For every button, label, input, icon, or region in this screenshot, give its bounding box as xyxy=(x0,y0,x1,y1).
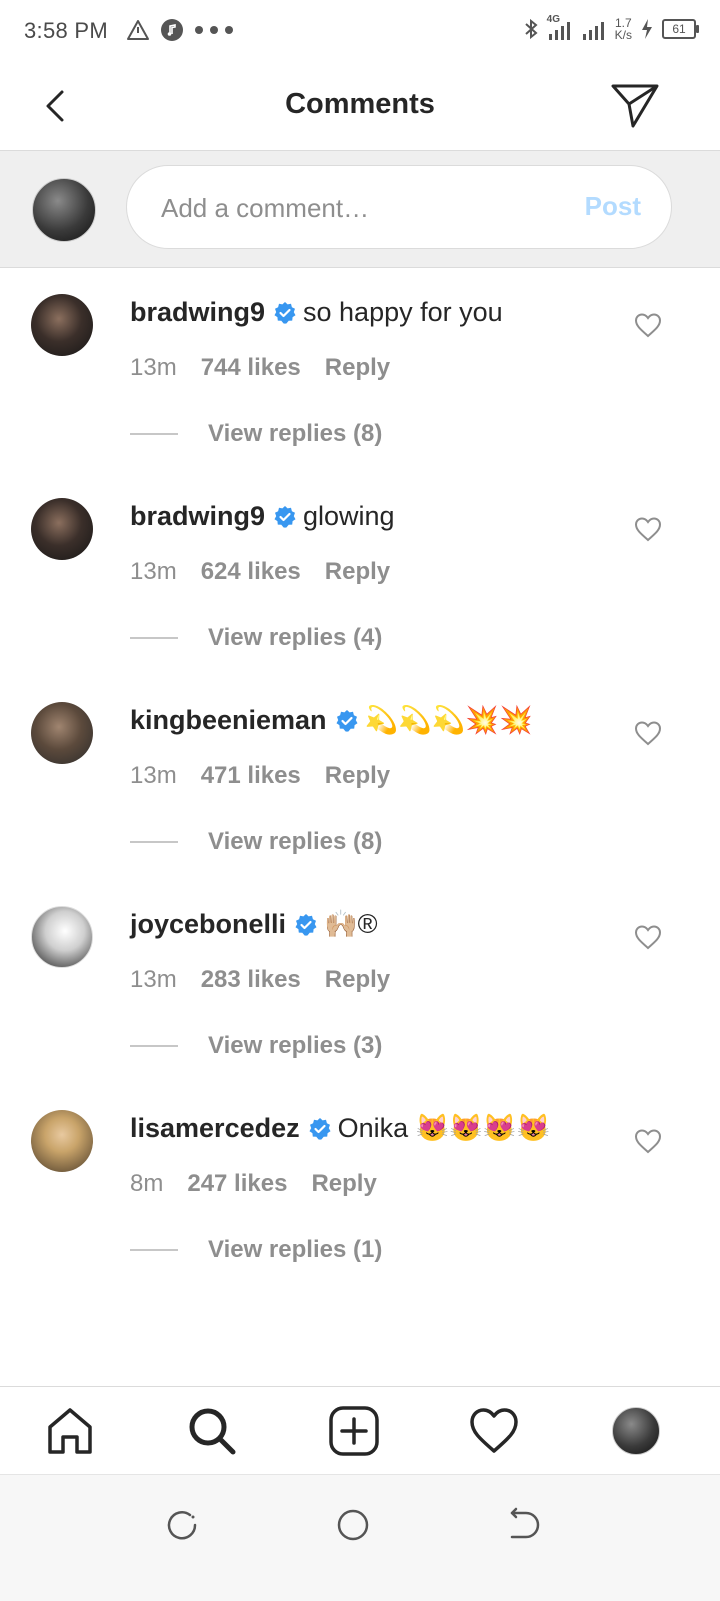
comment-input[interactable] xyxy=(159,166,543,250)
music-note-icon xyxy=(161,19,183,41)
comment-composer: Post xyxy=(0,151,720,268)
comment-username[interactable]: joycebonelli xyxy=(130,909,286,939)
verified-badge-icon xyxy=(295,914,317,936)
avatar[interactable] xyxy=(31,702,93,764)
home-circle-icon[interactable] xyxy=(333,1505,373,1545)
battery-indicator: 61 xyxy=(662,19,699,39)
comment-text: 💫💫💫💥💥 xyxy=(364,705,533,735)
divider xyxy=(130,433,178,435)
search-icon[interactable] xyxy=(186,1405,238,1457)
comment-username[interactable]: kingbeenieman xyxy=(130,705,327,735)
comment-item: bradwing9 glowing 13m 624 likes Reply Vie… xyxy=(0,472,720,676)
heart-icon[interactable] xyxy=(634,312,662,338)
comment-time: 13m xyxy=(130,762,177,789)
reply-button[interactable]: Reply xyxy=(325,966,390,994)
comment-username[interactable]: bradwing9 xyxy=(130,297,265,327)
view-replies-button[interactable]: View replies (4) xyxy=(130,624,382,652)
comment-item: kingbeenieman 💫💫💫💥💥 13m 471 likes Reply V… xyxy=(0,676,720,880)
avatar xyxy=(32,178,96,242)
verified-badge-icon xyxy=(274,506,296,528)
view-replies-button[interactable]: View replies (8) xyxy=(130,420,382,448)
comment-username[interactable]: bradwing9 xyxy=(130,501,265,531)
likes-count[interactable]: 283 likes xyxy=(201,966,301,994)
comment-text: so happy for you xyxy=(303,297,503,327)
recent-apps-icon[interactable] xyxy=(162,1505,202,1545)
verified-badge-icon xyxy=(309,1118,331,1140)
home-icon[interactable] xyxy=(44,1405,96,1457)
divider xyxy=(130,841,178,843)
avatar[interactable] xyxy=(31,498,93,560)
signal-icon xyxy=(548,22,570,40)
comment-text: Onika 😻😻😻😻 xyxy=(337,1113,551,1143)
view-replies-label: View replies (3) xyxy=(208,1032,383,1059)
view-replies-button[interactable]: View replies (3) xyxy=(130,1032,382,1060)
bottom-navigation xyxy=(0,1386,720,1475)
charging-icon xyxy=(642,19,652,39)
reply-button[interactable]: Reply xyxy=(325,558,390,586)
heart-icon[interactable] xyxy=(634,516,662,542)
likes-count[interactable]: 744 likes xyxy=(201,354,301,382)
view-replies-label: View replies (4) xyxy=(208,624,383,651)
comment-item: joycebonelli 🙌🏼® 13m 283 likes Reply View… xyxy=(0,880,720,1084)
system-navigation-bar xyxy=(0,1474,720,1601)
comment-username[interactable]: lisamercedez xyxy=(130,1113,300,1143)
comment-text: glowing xyxy=(303,501,395,531)
reply-button[interactable]: Reply xyxy=(325,762,390,790)
divider xyxy=(130,1045,178,1047)
divider xyxy=(130,637,178,639)
reply-button[interactable]: Reply xyxy=(311,1170,376,1198)
verified-badge-icon xyxy=(274,302,296,324)
comment-time: 8m xyxy=(130,1170,164,1197)
post-button[interactable]: Post xyxy=(585,191,641,222)
divider xyxy=(130,1249,178,1251)
more-dots-icon xyxy=(195,26,233,34)
header: Comments xyxy=(0,62,720,151)
view-replies-label: View replies (8) xyxy=(208,828,383,855)
view-replies-button[interactable]: View replies (1) xyxy=(130,1236,382,1264)
likes-count[interactable]: 624 likes xyxy=(201,558,301,586)
view-replies-label: View replies (8) xyxy=(208,420,383,447)
verified-badge-icon xyxy=(336,710,358,732)
status-bar: 3:58 PM 4G 1.7 K/s 61 xyxy=(0,0,720,62)
likes-count[interactable]: 471 likes xyxy=(201,762,301,790)
reply-button[interactable]: Reply xyxy=(325,354,390,382)
avatar[interactable] xyxy=(31,1110,93,1172)
signal-icon xyxy=(582,22,604,40)
comment-list: bradwing9 so happy for you 13m 744 likes … xyxy=(0,268,720,1288)
direct-send-icon[interactable] xyxy=(610,82,660,130)
heart-icon[interactable] xyxy=(634,1128,662,1154)
comment-item: lisamercedez Onika 😻😻😻😻 8m 247 likes Repl… xyxy=(0,1084,720,1288)
view-replies-button[interactable]: View replies (8) xyxy=(130,828,382,856)
status-time: 3:58 PM xyxy=(24,18,109,43)
comment-input-wrapper: Post xyxy=(126,165,672,250)
network-speed: 1.7 K/s xyxy=(614,16,632,42)
profile-avatar[interactable] xyxy=(612,1407,660,1455)
activity-heart-icon[interactable] xyxy=(468,1405,520,1457)
bluetooth-icon xyxy=(524,18,538,40)
comment-time: 13m xyxy=(130,558,177,585)
avatar[interactable] xyxy=(31,906,93,968)
new-post-icon[interactable] xyxy=(328,1405,380,1457)
view-replies-label: View replies (1) xyxy=(208,1236,383,1263)
comment-item: bradwing9 so happy for you 13m 744 likes … xyxy=(0,268,720,472)
warning-triangle-icon xyxy=(127,20,149,40)
comment-time: 13m xyxy=(130,966,177,993)
comment-text: 🙌🏼® xyxy=(324,909,378,939)
back-system-icon[interactable] xyxy=(502,1505,542,1545)
comment-time: 13m xyxy=(130,354,177,381)
avatar[interactable] xyxy=(31,294,93,356)
heart-icon[interactable] xyxy=(634,720,662,746)
likes-count[interactable]: 247 likes xyxy=(187,1170,287,1198)
heart-icon[interactable] xyxy=(634,924,662,950)
